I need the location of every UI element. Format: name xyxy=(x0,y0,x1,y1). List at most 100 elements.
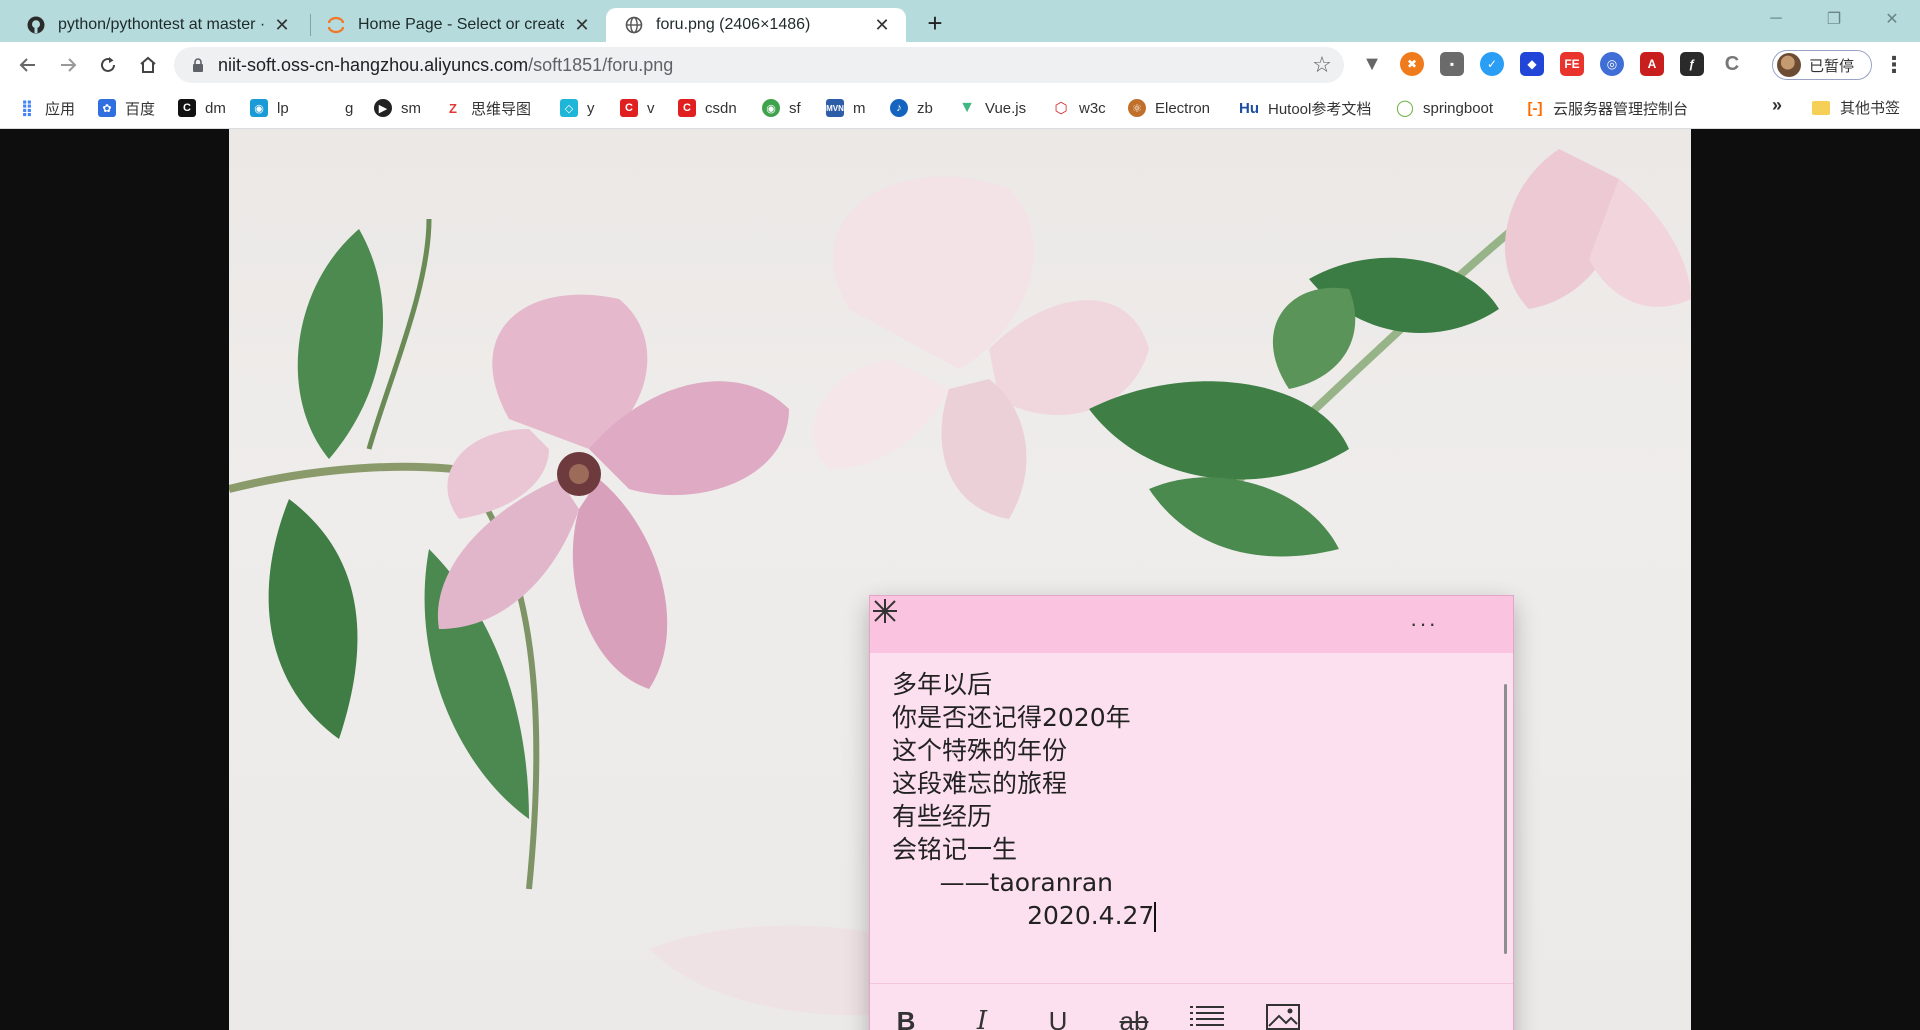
bookmark-g[interactable]: g xyxy=(318,97,353,119)
close-tab-icon[interactable]: ✕ xyxy=(872,15,892,35)
zb-icon: ♪ xyxy=(890,99,908,117)
text-caret xyxy=(1154,902,1157,932)
hutool-icon: Hu xyxy=(1239,99,1259,117)
globe-icon xyxy=(624,15,644,35)
bookmark-baidu[interactable]: ✿ 百度 xyxy=(98,97,155,119)
folder-icon xyxy=(1812,100,1830,115)
underline-icon[interactable]: U xyxy=(1038,1004,1078,1030)
bookmark-lp[interactable]: ◉ lp xyxy=(250,97,289,119)
other-bookmarks-folder[interactable]: 其他书签 xyxy=(1812,97,1900,118)
fe-extension-icon[interactable]: FE xyxy=(1560,52,1584,76)
close-tab-icon[interactable]: ✕ xyxy=(572,15,592,35)
url-path: /soft1851/foru.png xyxy=(528,55,674,75)
bookmark-v[interactable]: Cv xyxy=(620,97,655,119)
profile-button[interactable]: 已暂停 xyxy=(1772,50,1872,80)
minimize-icon[interactable]: ─ xyxy=(1754,4,1798,34)
note-date-line: 2020.4.27 xyxy=(892,899,1472,932)
address-bar[interactable]: niit-soft.oss-cn-hangzhou.aliyuncs.com/s… xyxy=(174,47,1344,83)
orange-extension-icon[interactable]: ✖ xyxy=(1400,52,1424,76)
apps-grid-icon: ⣿ xyxy=(20,100,34,117)
cs-extension-icon[interactable]: C xyxy=(1720,52,1744,76)
note-line: 这个特殊的年份 xyxy=(892,736,1068,765)
vue-icon: ▼ xyxy=(959,99,975,116)
sm-icon: ▶ xyxy=(374,99,392,117)
vimium-extension-icon[interactable]: ▼ xyxy=(1360,52,1384,76)
lock-icon[interactable] xyxy=(192,58,204,72)
note-scrollbar[interactable] xyxy=(1504,684,1507,954)
tab-strip: python/pythontest at master · ✕ Home Pag… xyxy=(0,0,1920,42)
note-line: 你是否还记得2020年 xyxy=(892,703,1131,732)
bold-icon[interactable]: B xyxy=(886,1004,926,1030)
url-text[interactable]: niit-soft.oss-cn-hangzhou.aliyuncs.com/s… xyxy=(218,55,673,76)
bookmark-y[interactable]: ◇ y xyxy=(560,97,595,119)
bookmark-springboot[interactable]: ◯ springboot xyxy=(1396,97,1493,119)
bookmark-mvn[interactable]: MVN m xyxy=(826,97,866,119)
g-icon xyxy=(318,99,336,117)
github-icon xyxy=(26,15,46,35)
tab-jupyter[interactable]: Home Page - Select or create a ✕ xyxy=(308,8,606,42)
tab-title: foru.png (2406×1486) xyxy=(656,16,811,33)
bookmark-electron[interactable]: ⚛ Electron xyxy=(1128,97,1210,119)
note-line: 这段难忘的旅程 xyxy=(892,769,1068,798)
close-note-icon[interactable] xyxy=(870,596,900,626)
bookmark-w3c[interactable]: ⬡ w3c xyxy=(1052,97,1105,119)
bookmark-zb[interactable]: ♪ zb xyxy=(890,97,933,119)
lp-icon: ◉ xyxy=(250,99,268,117)
bookmark-star-icon[interactable]: ☆ xyxy=(1310,52,1334,77)
electron-icon: ⚛ xyxy=(1128,99,1146,117)
mvn-icon: MVN xyxy=(826,99,844,117)
aliyun-icon: [-] xyxy=(1527,99,1543,117)
bookmark-sm[interactable]: ▶ sm xyxy=(374,97,421,119)
back-arrow-icon[interactable] xyxy=(13,50,43,80)
italic-icon[interactable]: I xyxy=(962,1004,1002,1030)
tab-github[interactable]: python/pythontest at master · ✕ xyxy=(8,8,306,42)
url-host: niit-soft.oss-cn-hangzhou.aliyuncs.com xyxy=(218,55,529,75)
csdn-icon: C xyxy=(678,99,696,117)
baidu-paw-icon: ✿ xyxy=(98,99,116,117)
note-line: 会铭记一生 xyxy=(892,835,1018,864)
mindmap-icon: Z xyxy=(449,100,457,116)
strikethrough-icon[interactable]: ab xyxy=(1114,1004,1154,1030)
bulleted-list-icon[interactable] xyxy=(1190,1004,1230,1030)
bookmark-vue[interactable]: ▼ Vue.js xyxy=(958,97,1026,119)
close-window-icon[interactable]: ✕ xyxy=(1870,4,1914,34)
bookmark-dm[interactable]: Cdm xyxy=(178,97,226,119)
globe-extension-icon[interactable]: ◎ xyxy=(1600,52,1624,76)
pdf-extension-icon[interactable]: A xyxy=(1640,52,1664,76)
reload-icon[interactable] xyxy=(93,50,123,80)
home-icon[interactable] xyxy=(133,50,163,80)
speech-extension-icon[interactable]: ▪ xyxy=(1440,52,1464,76)
bookmark-aliyun[interactable]: [-] 云服务器管理控制台 xyxy=(1526,97,1689,119)
forward-arrow-icon[interactable] xyxy=(53,50,83,80)
close-tab-icon[interactable]: ✕ xyxy=(272,15,292,35)
new-tab-button[interactable]: + xyxy=(920,8,950,38)
dm-icon: C xyxy=(178,99,196,117)
note-line: 有些经历 xyxy=(892,802,993,831)
note-signature: ——taoranran xyxy=(892,868,1113,897)
jupyter-icon xyxy=(326,15,346,35)
bookmark-mindmap[interactable]: Z 思维导图 xyxy=(444,97,531,119)
insert-image-icon[interactable] xyxy=(1266,1004,1306,1030)
v-icon: C xyxy=(620,99,638,117)
note-menu-icon[interactable]: ··· xyxy=(1404,609,1444,639)
note-text-area[interactable]: 多年以后 你是否还记得2020年 这个特殊的年份 这段难忘的旅程 有些经历 会铭… xyxy=(892,668,1472,932)
y-icon: ◇ xyxy=(560,99,578,117)
bookmark-apps[interactable]: ⣿ 应用 xyxy=(18,97,75,119)
bookmarks-overflow-icon[interactable]: » xyxy=(1772,95,1782,116)
image-viewer: ··· 多年以后 你是否还记得2020年 这个特殊的年份 这段难忘的旅程 有些经… xyxy=(0,129,1920,1030)
avatar xyxy=(1777,53,1801,77)
bookmark-csdn[interactable]: Ccsdn xyxy=(678,97,737,119)
restore-icon[interactable]: ❐ xyxy=(1812,4,1856,34)
bookmark-sf[interactable]: ◉ sf xyxy=(762,97,801,119)
bookmark-hutool[interactable]: Hu Hutool参考文档 xyxy=(1236,97,1371,119)
script-extension-icon[interactable]: ƒ xyxy=(1680,52,1704,76)
sf-icon: ◉ xyxy=(762,99,780,117)
note-header: ··· xyxy=(870,596,1513,653)
note-format-toolbar: B I U ab xyxy=(870,984,1513,1030)
blue-feather-extension-icon[interactable]: ✓ xyxy=(1480,52,1504,76)
tab-foru-png[interactable]: foru.png (2406×1486) ✕ xyxy=(606,8,906,42)
more-menu-icon[interactable]: ⋮ xyxy=(1882,50,1906,80)
profile-status: 已暂停 xyxy=(1809,57,1855,75)
flower-photo: ··· 多年以后 你是否还记得2020年 这个特殊的年份 这段难忘的旅程 有些经… xyxy=(229,129,1691,1030)
baidu-extension-icon[interactable]: ◆ xyxy=(1520,52,1544,76)
